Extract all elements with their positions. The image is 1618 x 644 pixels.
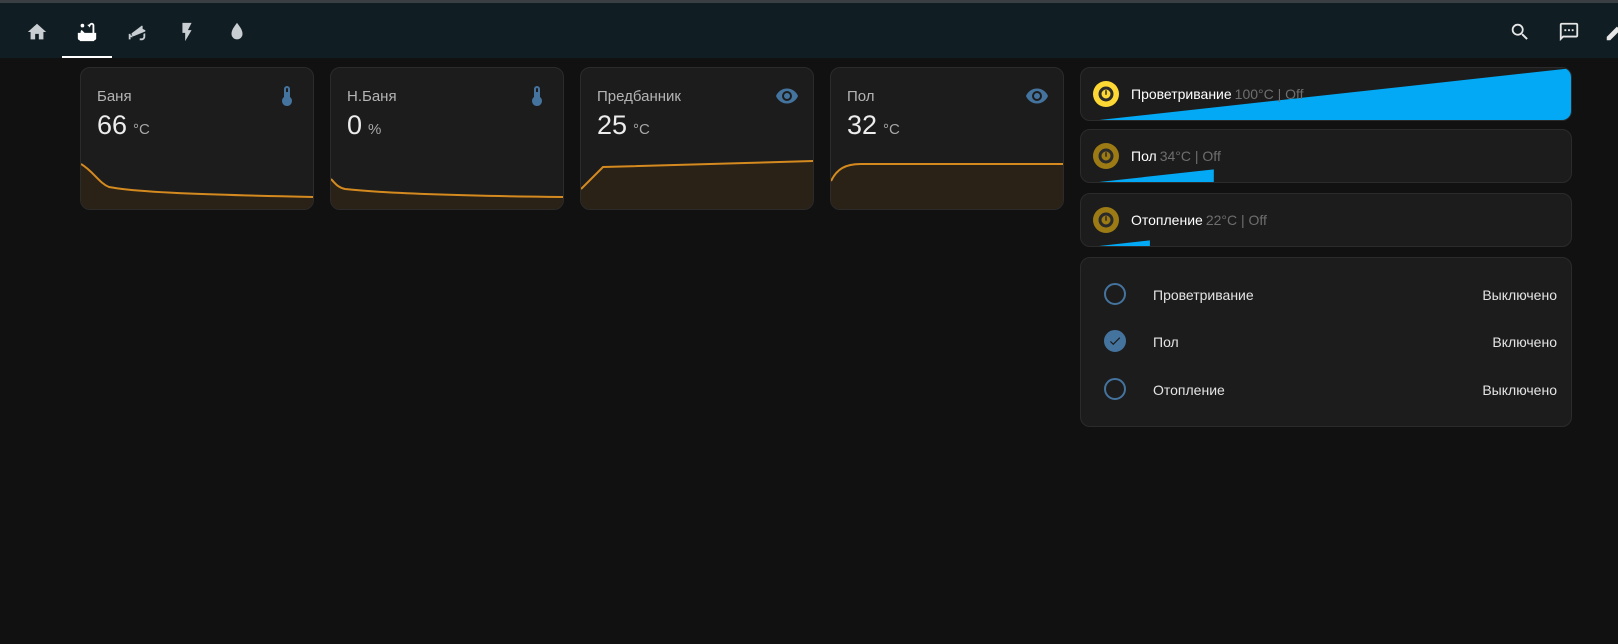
sensor-value: 32 (847, 110, 878, 140)
thermostat-slider-otoplenie[interactable]: Отопление 22°C | Off (1080, 193, 1572, 247)
slider-level (1099, 240, 1150, 246)
thermostat-label: Отопление 22°C | Off (1131, 212, 1267, 228)
thermostat-badge[interactable] (1093, 143, 1119, 169)
home-icon (27, 23, 47, 40)
bathtub-icon (77, 22, 97, 42)
entity-row-otoplenie[interactable]: Отопление Выключено (1081, 374, 1573, 404)
eye-icon (1026, 88, 1048, 104)
thermostat-badge[interactable] (1093, 207, 1119, 233)
entity-name: Пол (1153, 334, 1179, 350)
flash-icon (182, 22, 192, 42)
slider-level (1099, 169, 1214, 182)
entity-name: Проветривание (1153, 287, 1254, 303)
thermostat-icon (1098, 148, 1114, 164)
thermostat-icon (1098, 212, 1114, 228)
entity-row-pol[interactable]: Пол Включено (1081, 326, 1573, 356)
search-icon (1511, 23, 1528, 40)
top-app-bar (0, 0, 1618, 58)
sensor-name: Н.Баня (347, 88, 397, 105)
sensor-name: Баня (97, 88, 132, 105)
thermostat-state: 100°C | Off (1234, 86, 1304, 102)
entity-state: Включено (1492, 334, 1557, 350)
sensor-unit: °C (633, 121, 650, 138)
entity-checkbox[interactable] (1104, 283, 1126, 305)
sensor-card-pol[interactable]: Пол 32 °C (830, 67, 1064, 210)
assist-icon (1559, 22, 1579, 42)
entity-name: Отопление (1153, 382, 1225, 398)
thermostat-label: Проветривание 100°C | Off (1131, 86, 1304, 102)
entity-state: Выключено (1482, 287, 1557, 303)
thermostat-label: Пол 34°C | Off (1131, 148, 1221, 164)
edit-icon (1606, 25, 1618, 41)
sensor-value-wrap: 25 °C (597, 110, 650, 141)
tab-bathhouse[interactable] (62, 6, 112, 58)
entity-state: Выключено (1482, 382, 1557, 398)
sensor-value-wrap: 66 °C (97, 110, 150, 141)
sensor-history-graph (581, 160, 813, 209)
sensor-history-graph (331, 178, 563, 209)
sensor-value-wrap: 32 °C (847, 110, 900, 141)
thermometer-icon-wrap (275, 84, 299, 108)
sensor-value: 66 (97, 110, 128, 140)
sensor-value-wrap: 0% (347, 110, 381, 141)
tab-home[interactable] (12, 6, 62, 58)
thermostat-state: 34°C | Off (1159, 148, 1221, 164)
tab-water[interactable] (212, 6, 262, 58)
thermometer-icon (532, 86, 542, 106)
thermostat-slider-pol[interactable]: Пол 34°C | Off (1080, 129, 1572, 183)
assist-button[interactable] (1554, 17, 1584, 47)
sensor-name: Предбанник (597, 88, 681, 105)
sensor-card-predbannik[interactable]: Предбанник 25 °C (580, 67, 814, 210)
tab-cameras[interactable] (112, 6, 162, 58)
thermostat-icon (1098, 86, 1114, 102)
thermostat-state: 22°C | Off (1205, 212, 1267, 228)
cctv-icon (128, 25, 146, 41)
thermostat-badge[interactable] (1093, 81, 1119, 107)
sensor-value: 0 (347, 110, 363, 140)
search-button[interactable] (1505, 17, 1535, 47)
entity-row-provetrivanie[interactable]: Проветривание Выключено (1081, 279, 1573, 309)
active-tab-indicator (62, 56, 112, 58)
sensor-value: 25 (597, 110, 628, 140)
edit-button[interactable] (1600, 17, 1618, 47)
eye-icon (776, 88, 798, 104)
sensor-history-graph (81, 163, 313, 209)
thermostat-slider-provetrivanie[interactable]: Проветривание 100°C | Off (1080, 67, 1572, 121)
sensor-history-graph (831, 163, 1063, 209)
sensor-unit: °C (133, 121, 150, 138)
sensor-unit: °C (883, 121, 900, 138)
thermometer-icon-wrap (525, 84, 549, 108)
tab-energy[interactable] (162, 6, 212, 58)
water-drop-icon (231, 22, 243, 40)
thermostat-title: Отопление (1131, 212, 1203, 228)
sensor-name: Пол (847, 88, 875, 105)
thermometer-icon (282, 86, 292, 106)
thermostat-title: Проветривание (1131, 86, 1232, 102)
eye-icon-wrap (1025, 84, 1049, 108)
entity-checkbox[interactable] (1104, 378, 1126, 400)
thermostat-title: Пол (1131, 148, 1157, 164)
eye-icon-wrap (775, 84, 799, 108)
sensor-unit: % (368, 121, 382, 138)
sensor-card-banya[interactable]: Баня 66 °C (80, 67, 314, 210)
entities-card: Проветривание Выключено Пол Включено Ото… (1080, 257, 1572, 427)
entity-checkbox[interactable] (1104, 330, 1126, 352)
check-icon (1109, 337, 1121, 346)
sensor-card-n-banya[interactable]: Н.Баня 0% (330, 67, 564, 210)
